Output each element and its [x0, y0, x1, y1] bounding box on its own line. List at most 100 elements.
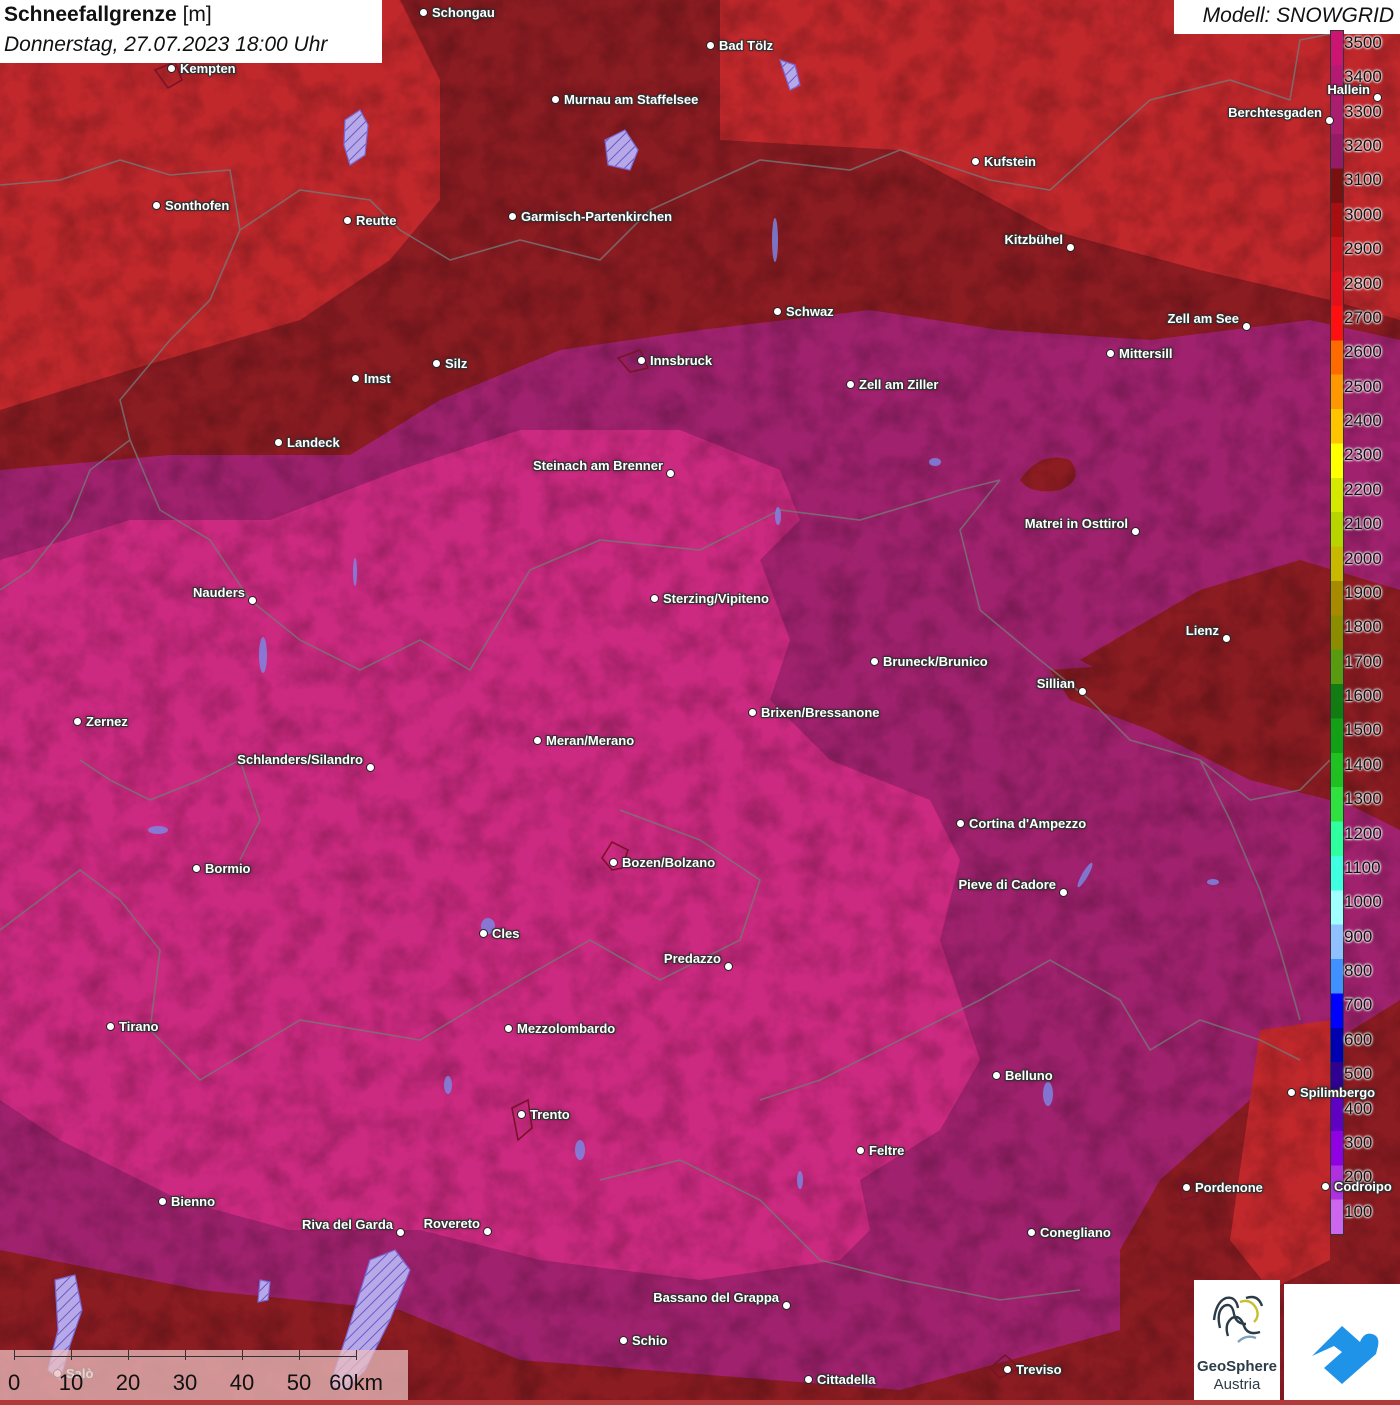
legend-label: 2200 — [1344, 479, 1382, 499]
city-marker — [343, 216, 352, 225]
city-marker — [106, 1022, 115, 1031]
city-label: Kufstein — [984, 154, 1036, 169]
city-label: Innsbruck — [650, 353, 713, 368]
legend-label: 3500 — [1344, 33, 1382, 52]
city-marker — [192, 864, 201, 873]
city-marker — [1027, 1228, 1036, 1237]
city-label: Predazzo — [663, 951, 721, 966]
legend-label: 700 — [1344, 995, 1373, 1015]
city-label: Silz — [445, 356, 468, 371]
scale-label: 20 — [115, 1370, 141, 1395]
city-marker — [366, 763, 375, 772]
legend-label: 1100 — [1344, 857, 1381, 877]
scale-tick — [128, 1350, 129, 1360]
legend-label: 3300 — [1344, 101, 1382, 121]
city-marker — [479, 929, 488, 938]
scale-label: 30 — [172, 1370, 198, 1395]
city-marker — [724, 962, 733, 971]
city-marker — [971, 157, 980, 166]
city-marker — [274, 438, 283, 447]
city-marker — [351, 374, 360, 383]
city-label: Sillian — [1036, 676, 1075, 691]
snowgrid-logo — [1284, 1284, 1400, 1400]
model-box: Modell: SNOWGRID — [1174, 0, 1400, 34]
city-marker — [1242, 322, 1251, 331]
city-marker — [619, 1336, 628, 1345]
city-marker — [956, 819, 965, 828]
city-label: Pieve di Cadore — [958, 877, 1056, 892]
city-label: Pordenone — [1195, 1180, 1263, 1195]
scale-tick — [14, 1350, 15, 1360]
map-title: Schneefallgrenze [m] — [4, 3, 212, 26]
city-label: Hallein — [1327, 82, 1370, 97]
city-marker — [1287, 1088, 1296, 1097]
city-label: Murnau am Staffelsee — [564, 92, 699, 107]
city-marker — [533, 736, 542, 745]
legend-label: 3100 — [1344, 170, 1382, 190]
city-marker — [856, 1146, 865, 1155]
city-marker — [1066, 243, 1075, 252]
city-marker — [846, 380, 855, 389]
legend-label: 1500 — [1344, 720, 1382, 740]
model-label: Modell: SNOWGRID — [1202, 4, 1394, 27]
map-datetime: Donnerstag, 27.07.2023 18:00 Uhr — [4, 33, 328, 56]
city-marker — [432, 359, 441, 368]
city-label: Nauders — [192, 585, 245, 600]
city-label: Bruneck/Brunico — [883, 654, 988, 669]
city-label: Kitzbühel — [1004, 232, 1064, 247]
city-label: Mittersill — [1119, 346, 1173, 361]
city-marker — [706, 41, 715, 50]
legend-label: 1700 — [1344, 651, 1382, 671]
title-box: Schneefallgrenze [m] Donnerstag, 27.07.2… — [0, 0, 382, 63]
scale-label: 50 — [286, 1370, 312, 1395]
city-label: Riva del Garda — [301, 1217, 393, 1232]
city-marker — [73, 717, 82, 726]
geosphere-logo: GeoSphere Austria — [1194, 1280, 1280, 1400]
legend-label: 800 — [1344, 961, 1373, 981]
city-label: Matrei in Osttirol — [1024, 516, 1128, 531]
legend-label: 2400 — [1344, 411, 1382, 431]
legend-label: 1900 — [1344, 582, 1382, 602]
color-legend — [1330, 30, 1344, 1235]
city-label: Trento — [530, 1107, 570, 1122]
city-marker — [1003, 1365, 1012, 1374]
scale-tick — [299, 1350, 300, 1360]
city-label: Imst — [364, 371, 391, 386]
scale-tick — [71, 1350, 72, 1360]
legend-label: 1300 — [1344, 789, 1382, 809]
city-marker — [804, 1375, 813, 1384]
city-marker — [167, 64, 176, 73]
city-label: Landeck — [287, 435, 340, 450]
city-label: Treviso — [1016, 1362, 1062, 1377]
city-label: Zernez — [86, 714, 128, 729]
city-marker — [748, 708, 757, 717]
legend-label: 2500 — [1344, 376, 1382, 396]
city-label: Reutte — [356, 213, 397, 228]
city-marker — [483, 1227, 492, 1236]
city-marker — [396, 1228, 405, 1237]
scale-tick — [185, 1350, 186, 1360]
city-label: Garmisch-Partenkirchen — [521, 209, 673, 224]
city-label: Cittadella — [817, 1372, 876, 1387]
city-label: Bassano del Grappa — [653, 1290, 779, 1305]
legend-label: 2600 — [1344, 342, 1382, 362]
legend-label: 3000 — [1344, 204, 1382, 224]
city-label: Bozen/Bolzano — [622, 855, 716, 870]
legend-label: 900 — [1344, 926, 1373, 946]
legend-label: 300 — [1344, 1132, 1373, 1152]
city-label: Sonthofen — [165, 198, 230, 213]
scale-label: 40 — [229, 1370, 255, 1395]
city-label: Cles — [492, 926, 520, 941]
city-marker — [773, 307, 782, 316]
city-marker — [1222, 634, 1231, 643]
city-label: Schwaz — [786, 304, 834, 319]
city-marker — [551, 95, 560, 104]
legend-label: 3200 — [1344, 136, 1382, 156]
city-label: Belluno — [1005, 1068, 1053, 1083]
city-label: Schongau — [432, 5, 495, 20]
city-label: Zell am See — [1167, 311, 1239, 326]
city-label: Mezzolombardo — [517, 1021, 616, 1036]
city-label: Rovereto — [423, 1216, 480, 1231]
legend-label: 2900 — [1344, 239, 1382, 259]
legend-label: 1200 — [1344, 823, 1382, 843]
